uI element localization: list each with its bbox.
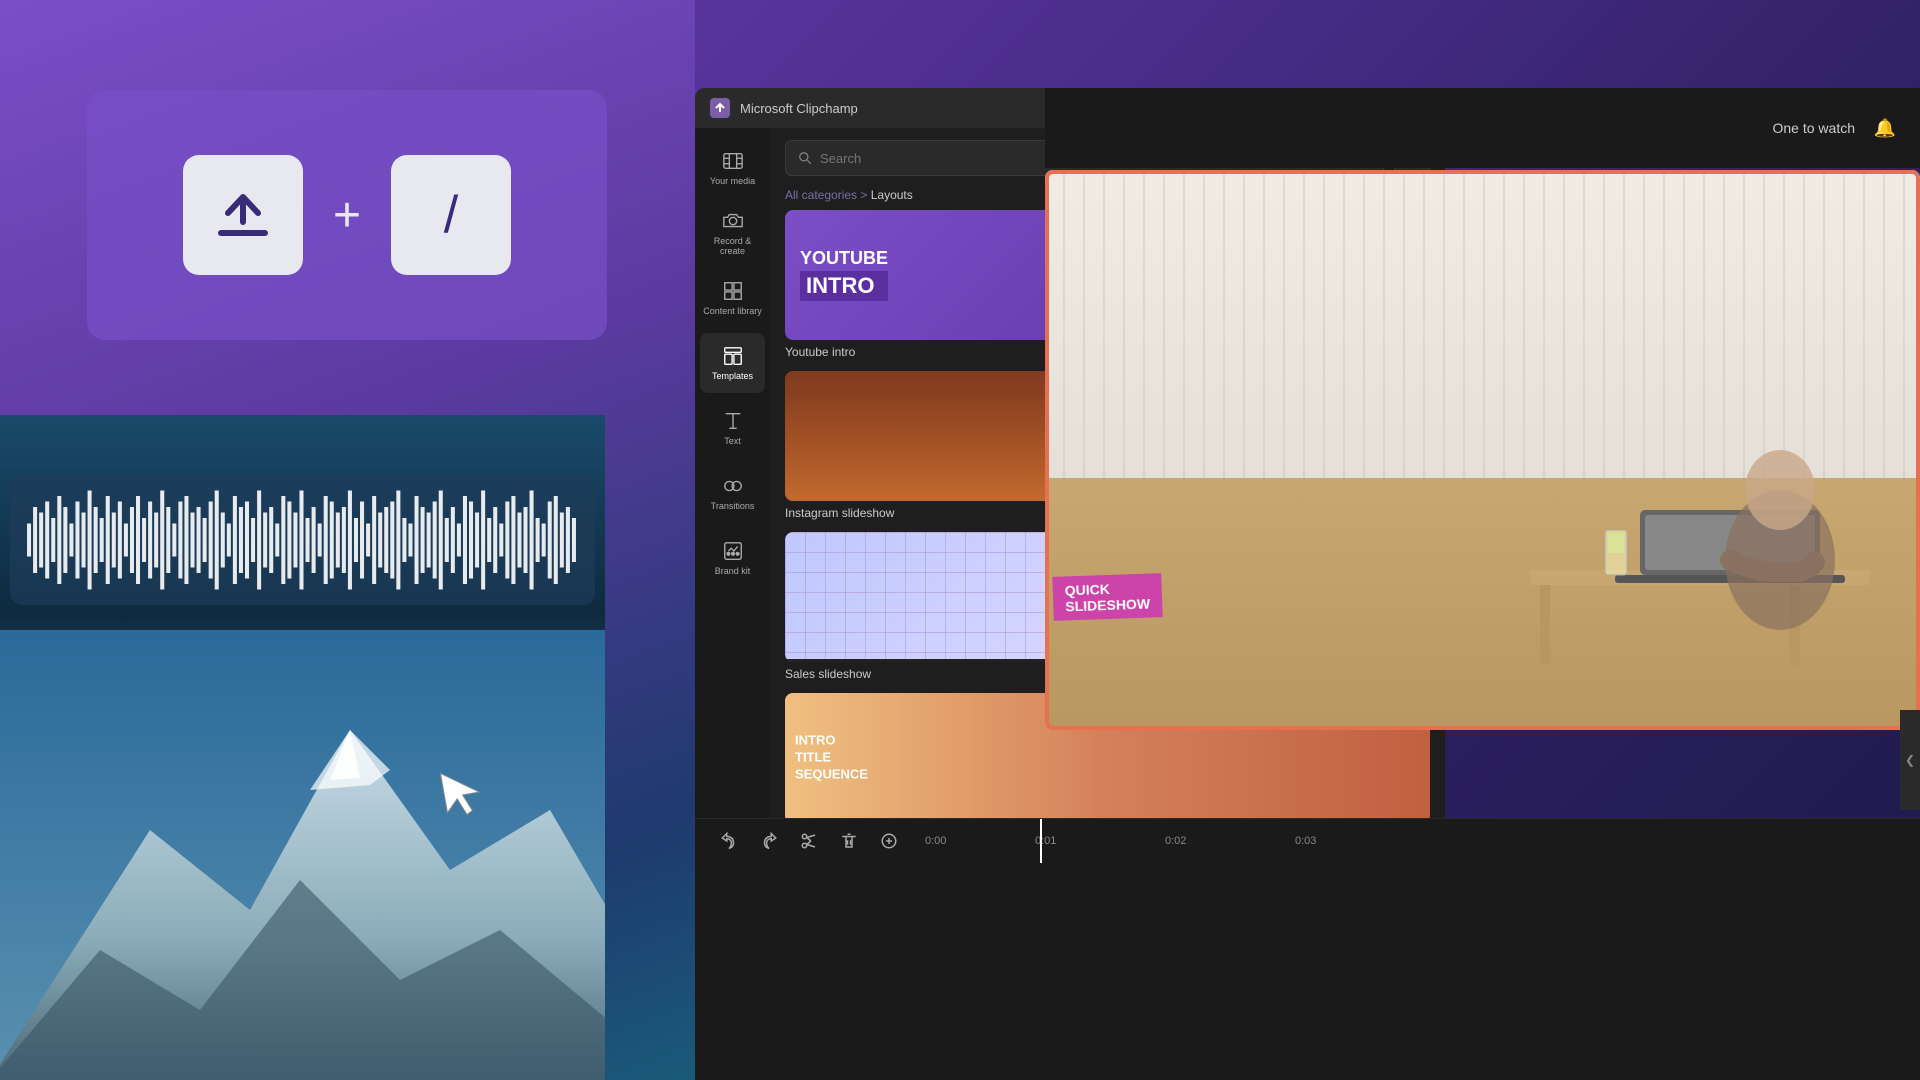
sidebar-item-your-media[interactable]: Your media — [700, 138, 765, 198]
collapse-button[interactable]: ❮ — [1900, 710, 1920, 810]
sidebar-label-text: Text — [724, 436, 741, 446]
template-icon — [722, 345, 744, 367]
bottom-left-area — [0, 415, 605, 1080]
time-mark-0: 0:00 — [925, 835, 946, 847]
sidebar-label-templates: Templates — [712, 371, 753, 381]
breadcrumb-separator: > — [860, 188, 870, 202]
grid-icon — [722, 280, 744, 302]
intro-title-text: INTROTITLESEQUENCE — [795, 733, 868, 784]
one-to-watch-label: One to watch — [1773, 120, 1856, 136]
timeline-controls: 0:00 0:01 0:02 0:03 — [695, 818, 1920, 863]
yt-youtube-label: YOUTUBE — [800, 249, 888, 267]
preview-image — [1045, 170, 1920, 730]
sidebar-item-brand-kit[interactable]: Brand kit — [700, 528, 765, 588]
top-right-controls: One to watch 🔔 — [1045, 88, 1920, 168]
upload-key-box — [183, 155, 303, 275]
sidebar-label-your-media: Your media — [710, 176, 755, 186]
camera-icon — [722, 210, 744, 232]
sidebar-item-record[interactable]: Record & create — [700, 203, 765, 263]
delete-button[interactable] — [835, 827, 863, 855]
sidebar-label-content-library: Content library — [703, 306, 762, 316]
time-mark-2: 0:02 — [1165, 835, 1186, 847]
plus-icon: + — [333, 188, 361, 243]
sidebar: Your media Record & create Content libra — [695, 128, 770, 818]
yt-intro-label: INTRO — [800, 271, 888, 301]
sidebar-item-text[interactable]: Text — [700, 398, 765, 458]
add-clip-button[interactable] — [875, 827, 903, 855]
sidebar-label-brand-kit: Brand kit — [715, 566, 751, 576]
waveform-container — [10, 475, 595, 605]
film-icon — [722, 150, 744, 172]
transitions-icon — [722, 475, 744, 497]
waveform-svg — [25, 485, 580, 595]
cut-button[interactable] — [795, 827, 823, 855]
text-icon — [722, 410, 744, 432]
app-icon — [710, 98, 730, 118]
window-title: Microsoft Clipchamp — [740, 101, 858, 116]
time-ruler: 0:00 0:01 0:02 0:03 — [915, 819, 1900, 863]
timeline-area: 0:00 0:01 0:02 0:03 — [695, 818, 1920, 1080]
slash-key-box: / — [391, 155, 511, 275]
sidebar-item-transitions[interactable]: Transitions — [700, 463, 765, 523]
search-icon — [798, 151, 812, 165]
brand-icon — [722, 540, 744, 562]
sidebar-label-record: Record & create — [700, 236, 765, 256]
notification-bell[interactable]: 🔔 — [1870, 113, 1900, 143]
sidebar-item-templates[interactable]: Templates — [700, 333, 765, 393]
sidebar-label-transitions: Transitions — [711, 501, 755, 511]
redo-button[interactable] — [755, 827, 783, 855]
playhead — [1040, 819, 1042, 863]
sidebar-item-content-library[interactable]: Content library — [700, 268, 765, 328]
slash-label: / — [444, 185, 458, 245]
time-mark-1: 0:01 — [1035, 835, 1056, 847]
breadcrumb-current: Layouts — [871, 188, 913, 202]
yt-text: YOUTUBE INTRO — [800, 249, 888, 301]
preview-frame — [1045, 170, 1920, 730]
mountain-silhouette — [0, 630, 605, 1080]
preview-panel — [1045, 170, 1920, 730]
breadcrumb-all-categories[interactable]: All categories — [785, 188, 857, 202]
time-mark-3: 0:03 — [1295, 835, 1316, 847]
quick-slideshow-text: QUICKSLIDESHOW — [1052, 573, 1162, 621]
undo-button[interactable] — [715, 827, 743, 855]
shortcut-card: + / — [87, 90, 607, 340]
